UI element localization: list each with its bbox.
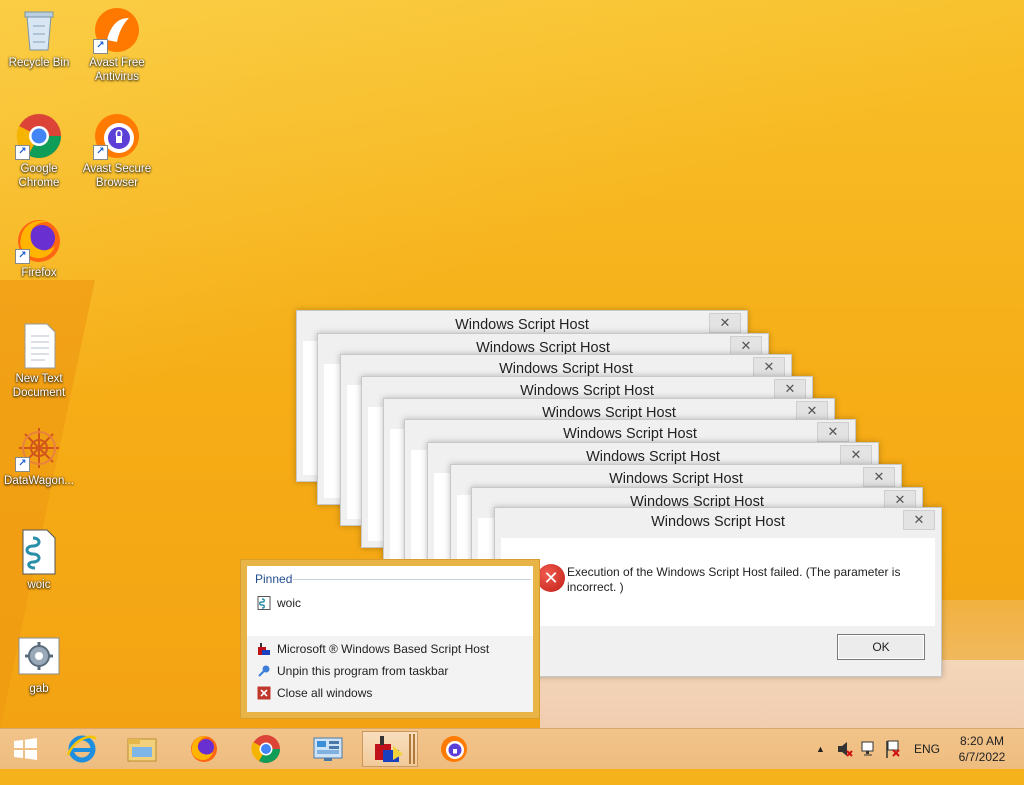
input-language-indicator[interactable]: ENG xyxy=(914,729,940,769)
jump-list-item-label: woic xyxy=(277,596,302,610)
desktop-icon-label: DataWagon... xyxy=(4,475,74,487)
pinned-header: Pinned xyxy=(255,572,293,586)
error-icon: ✕ xyxy=(537,564,565,592)
system-clock[interactable]: 8:20 AM 6/7/2022 xyxy=(952,733,1012,765)
script-host-error-dialog[interactable]: Windows Script Host ✕ ✕ Execution of the… xyxy=(494,507,942,677)
desktop-icon-woic[interactable]: woic xyxy=(0,528,78,592)
jump-list-panel: Pinned woic Microsoft ® Windows Based Sc… xyxy=(247,566,533,712)
shortcut-arrow-icon: ↗ xyxy=(93,39,108,54)
jump-list-item-woic[interactable]: woic xyxy=(257,596,301,610)
shortcut-arrow-icon: ↗ xyxy=(15,249,30,264)
desktop-icon-label: Recycle Bin xyxy=(8,57,70,69)
close-button[interactable]: ✕ xyxy=(903,510,935,530)
close-button[interactable]: ✕ xyxy=(709,313,741,333)
desktop-icon-label: gab xyxy=(29,683,49,695)
datawagon-icon: ↗ xyxy=(15,424,63,472)
desktop-icon-avast-secure-browser[interactable]: ↗ Avast Secure Browser xyxy=(78,112,156,190)
taskbar-script-host[interactable] xyxy=(362,731,418,767)
script-file-icon xyxy=(15,528,63,576)
ok-button[interactable]: OK xyxy=(837,634,925,660)
desktop-icon-label: Avast Secure Browser xyxy=(82,163,152,189)
internet-explorer-icon xyxy=(66,735,98,763)
chrome-icon xyxy=(251,735,280,763)
dialog-title: Windows Script Host xyxy=(520,383,654,399)
dialog-body: ✕ Execution of the Windows Script Host f… xyxy=(501,538,935,626)
jump-list-item-label: Close all windows xyxy=(277,686,373,700)
taskbar: ▲ ENG 8:20 AM 6/7/2022 xyxy=(0,728,1024,769)
dialog-title: Windows Script Host xyxy=(609,471,743,487)
close-button[interactable]: ✕ xyxy=(753,357,785,377)
dialog-title: Windows Script Host xyxy=(455,317,589,333)
recycle-bin-icon xyxy=(15,6,63,54)
file-explorer-icon xyxy=(127,738,157,762)
desktop-icon-new-text-document[interactable]: New Text Document xyxy=(0,322,78,400)
close-window-icon xyxy=(257,686,271,700)
close-button[interactable]: ✕ xyxy=(730,336,762,356)
settings-file-icon xyxy=(15,632,63,680)
shortcut-arrow-icon: ↗ xyxy=(15,145,30,160)
desktop-icon-label: woic xyxy=(27,579,51,591)
close-button[interactable]: ✕ xyxy=(817,422,849,442)
close-button[interactable]: ✕ xyxy=(774,379,806,399)
close-button[interactable]: ✕ xyxy=(840,445,872,465)
avast-antivirus-icon: ↗ xyxy=(93,6,141,54)
desktop-icon-recycle-bin[interactable]: Recycle Bin xyxy=(0,6,78,70)
close-button[interactable]: ✕ xyxy=(863,467,895,487)
jump-list-item-label: Microsoft ® Windows Based Script Host xyxy=(277,642,490,656)
jump-list-item-script-host[interactable]: Microsoft ® Windows Based Script Host xyxy=(257,642,489,656)
unpin-icon xyxy=(257,664,271,678)
desktop-icon-label: Firefox xyxy=(21,267,57,279)
jump-list-item-close-all[interactable]: Close all windows xyxy=(257,686,372,700)
taskbar-firefox[interactable] xyxy=(178,731,230,767)
close-button[interactable]: ✕ xyxy=(796,401,828,421)
dialog-footer: OK xyxy=(501,626,935,670)
avast-browser-icon: ↗ xyxy=(93,112,141,160)
dialog-title: Windows Script Host xyxy=(651,514,785,530)
taskbar-chrome[interactable] xyxy=(240,731,292,767)
shortcut-arrow-icon: ↗ xyxy=(15,457,30,472)
jump-list-tasks: Microsoft ® Windows Based Script Host Un… xyxy=(247,636,533,712)
clock-time: 8:20 AM xyxy=(959,734,1005,748)
error-message: Execution of the Windows Script Host fai… xyxy=(567,565,901,594)
desktop-icon-datawagon[interactable]: ↗ DataWagon... xyxy=(0,424,78,488)
control-panel-icon xyxy=(313,737,343,761)
desktop-icon-google-chrome[interactable]: ↗ Google Chrome xyxy=(0,112,78,190)
desktop-icon-label: New Text Document xyxy=(12,373,66,399)
jump-list-item-label: Unpin this program from taskbar xyxy=(277,664,449,678)
dialog-title: Windows Script Host xyxy=(563,426,697,442)
desktop-icon-firefox[interactable]: ↗ Firefox xyxy=(0,216,78,280)
script-host-icon xyxy=(257,642,271,656)
text-document-icon xyxy=(15,322,63,370)
dialog-title: Windows Script Host xyxy=(499,361,633,377)
taskbar-jump-list: Pinned woic Microsoft ® Windows Based Sc… xyxy=(240,559,540,719)
firefox-icon xyxy=(191,736,217,762)
taskbar-file-explorer[interactable] xyxy=(116,731,168,767)
desktop-icon-gab[interactable]: gab xyxy=(0,632,78,696)
desktop-icon-label: Avast Free Antivirus xyxy=(89,57,145,83)
pinned-divider xyxy=(293,579,531,580)
network-icon[interactable] xyxy=(860,729,878,769)
script-host-icon xyxy=(375,734,415,764)
jump-list-item-unpin[interactable]: Unpin this program from taskbar xyxy=(257,664,448,678)
taskbar-avast-browser[interactable] xyxy=(428,731,480,767)
avast-browser-icon xyxy=(441,736,467,762)
windows-logo-icon xyxy=(14,738,37,760)
firefox-icon: ↗ xyxy=(15,216,63,264)
taskbar-control-panel[interactable] xyxy=(302,731,354,767)
desktop-icon-avast-antivirus[interactable]: ↗ Avast Free Antivirus xyxy=(78,6,156,84)
start-button[interactable] xyxy=(0,731,52,767)
script-file-icon xyxy=(257,596,271,610)
desktop-icon-label: Google Chrome xyxy=(18,163,60,189)
shortcut-arrow-icon: ↗ xyxy=(93,145,108,160)
clock-date: 6/7/2022 xyxy=(958,750,1006,764)
chrome-icon: ↗ xyxy=(15,112,63,160)
action-center-flag-icon[interactable] xyxy=(884,729,902,769)
volume-muted-icon[interactable] xyxy=(836,729,854,769)
dialog-title: Windows Script Host xyxy=(586,449,720,465)
show-hidden-icons-button[interactable]: ▲ xyxy=(816,729,825,769)
taskbar-internet-explorer[interactable] xyxy=(56,731,108,767)
